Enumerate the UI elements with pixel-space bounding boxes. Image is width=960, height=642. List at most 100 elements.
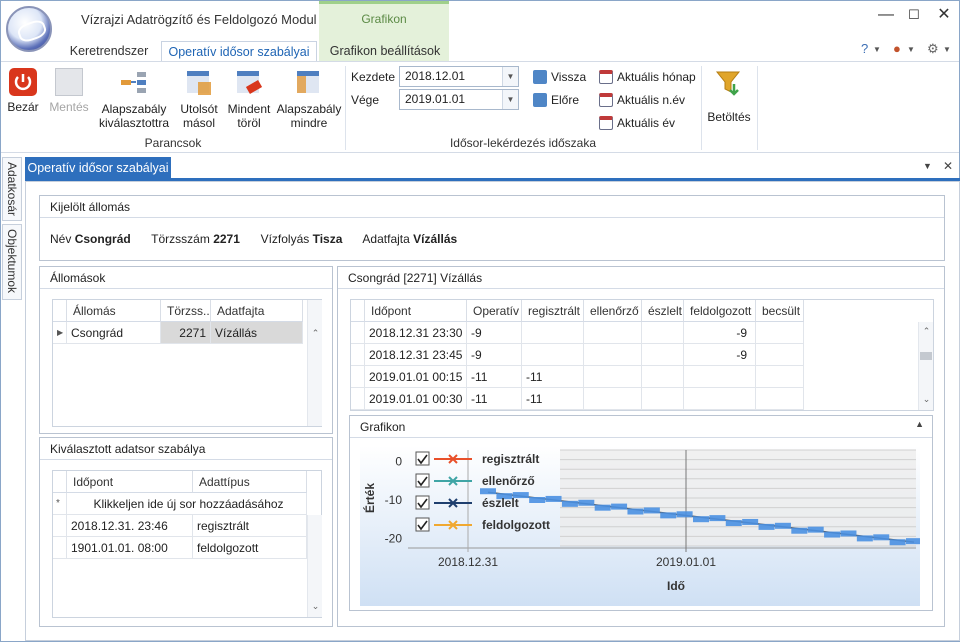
table-cell[interactable]: 2018.12.31 23:45: [365, 344, 467, 366]
new-row-prompt[interactable]: Klikkeljen ide új sor hozzáadásához: [67, 493, 307, 515]
column-header[interactable]: Operatív: [467, 300, 522, 322]
table-cell[interactable]: -9: [467, 344, 522, 366]
chevron-down-icon[interactable]: ▼: [943, 45, 951, 54]
table-cell[interactable]: [584, 322, 642, 344]
table-cell[interactable]: 2019.01.01 00:15: [365, 366, 467, 388]
scroll-up-icon[interactable]: ⌃: [308, 328, 323, 339]
table-cell[interactable]: -9: [684, 344, 756, 366]
table-cell[interactable]: [642, 366, 684, 388]
table-cell[interactable]: 2018.12.31. 23:46: [67, 515, 193, 537]
vertical-scrollbar[interactable]: ⌄: [307, 515, 322, 617]
table-cell[interactable]: [522, 344, 584, 366]
column-header[interactable]: regisztrált: [522, 300, 584, 322]
collapse-icon[interactable]: ▲: [915, 419, 924, 429]
table-cell[interactable]: [684, 366, 756, 388]
side-tab-adatkosar[interactable]: Adatkosár: [2, 157, 22, 221]
selected-station-header: Kijelölt állomás: [40, 196, 944, 218]
table-cell[interactable]: 2019.01.01 00:30: [365, 388, 467, 410]
table-cell[interactable]: 2018.12.31 23:30: [365, 322, 467, 344]
tab-grafikon-beallitasok[interactable]: Grafikon beállítások: [321, 41, 449, 62]
close-window-icon[interactable]: ✕: [929, 5, 959, 25]
table-cell[interactable]: [756, 388, 804, 410]
scroll-up-icon[interactable]: ⌃: [919, 326, 934, 337]
column-header[interactable]: Adatfajta: [211, 300, 303, 322]
minimize-icon[interactable]: —: [871, 5, 901, 25]
series-marker: [873, 534, 890, 541]
table-cell[interactable]: -11: [467, 366, 522, 388]
table-cell[interactable]: [756, 344, 804, 366]
gear-icon[interactable]: ⚙: [927, 41, 939, 57]
vertical-scrollbar[interactable]: ⌃ ⌄: [918, 322, 933, 410]
chevron-down-icon[interactable]: ▼: [873, 45, 881, 54]
current-year-button[interactable]: Aktuális év: [599, 115, 675, 131]
help-icon[interactable]: ?: [861, 41, 868, 56]
rule-select-button[interactable]: Alapszabály kiválasztottra: [97, 68, 171, 130]
chevron-down-icon[interactable]: ▼: [502, 90, 518, 109]
column-header[interactable]: Időpont: [365, 300, 467, 322]
table-cell[interactable]: -11: [467, 388, 522, 410]
column-header[interactable]: észlelt: [642, 300, 684, 322]
chevron-down-icon[interactable]: ▼: [502, 67, 518, 86]
row-indicator: [351, 388, 365, 410]
table-cell[interactable]: [642, 388, 684, 410]
vertical-scrollbar[interactable]: ⌃: [307, 300, 322, 426]
rule-all-label-2: mindre: [290, 116, 328, 130]
table-cell[interactable]: -9: [684, 322, 756, 344]
tab-keretrendszer[interactable]: Keretrendszer: [63, 41, 155, 62]
rule-all-button[interactable]: Alapszabály mindre: [275, 68, 343, 130]
close-tab-icon[interactable]: ✕: [943, 159, 953, 173]
table-cell[interactable]: [584, 388, 642, 410]
current-month-button[interactable]: Aktuális hónap: [599, 69, 696, 85]
side-tab-objektumok[interactable]: Objektumok: [2, 224, 22, 300]
delete-all-button[interactable]: Mindent töröl: [225, 68, 273, 130]
back-button[interactable]: Vissza: [533, 69, 586, 85]
table-cell[interactable]: feldolgozott: [193, 537, 307, 559]
start-date-input[interactable]: 2018.12.01 ▼: [399, 66, 519, 87]
document-tab[interactable]: Operatív idősor szabályai: [25, 157, 171, 179]
column-header[interactable]: becsült: [756, 300, 804, 322]
series-marker: [561, 500, 578, 507]
column-header[interactable]: Törzss...: [161, 300, 211, 322]
end-date-input[interactable]: 2019.01.01 ▼: [399, 89, 519, 110]
column-header[interactable]: Adattípus: [193, 471, 307, 493]
table-cell[interactable]: regisztrált: [193, 515, 307, 537]
table-cell[interactable]: Csongrád: [67, 322, 161, 344]
scroll-down-icon[interactable]: ⌄: [919, 394, 934, 405]
series-marker: [840, 530, 857, 537]
column-header[interactable]: feldolgozott: [684, 300, 756, 322]
column-header[interactable]: ellenőrző: [584, 300, 642, 322]
current-quarter-button[interactable]: Aktuális n.év: [599, 92, 685, 108]
table-cell[interactable]: -11: [522, 388, 584, 410]
table-cell[interactable]: [522, 322, 584, 344]
table-cell[interactable]: [584, 366, 642, 388]
scroll-down-icon[interactable]: ⌄: [308, 601, 323, 612]
column-header[interactable]: Időpont: [67, 471, 193, 493]
table-cell[interactable]: -9: [467, 322, 522, 344]
x-axis-label: Idő: [667, 579, 685, 593]
legend-label: feldolgozott: [482, 518, 550, 532]
table-cell[interactable]: [584, 344, 642, 366]
forward-button[interactable]: Előre: [533, 92, 579, 108]
table-cell[interactable]: [642, 322, 684, 344]
column-header[interactable]: Állomás: [67, 300, 161, 322]
table-cell[interactable]: [642, 344, 684, 366]
scroll-thumb[interactable]: [920, 352, 932, 360]
user-icon[interactable]: ●: [893, 41, 901, 56]
maximize-icon[interactable]: ☐: [899, 5, 929, 25]
chevron-down-icon[interactable]: ▼: [907, 45, 915, 54]
table-cell[interactable]: [756, 366, 804, 388]
load-button[interactable]: Betöltés: [705, 68, 753, 124]
table-cell[interactable]: [756, 322, 804, 344]
current-year-label: Aktuális év: [617, 116, 676, 130]
copy-last-button[interactable]: Utolsót másol: [177, 68, 221, 130]
table-cell[interactable]: -11: [522, 366, 584, 388]
tab-menu-chevron-icon[interactable]: ▼: [923, 161, 932, 171]
save-button[interactable]: Mentés: [47, 68, 91, 114]
close-button[interactable]: Bezár: [5, 68, 41, 114]
table-cell[interactable]: 1901.01.01. 08:00: [67, 537, 193, 559]
table-cell[interactable]: Vízállás: [211, 322, 303, 344]
table-cell[interactable]: [684, 388, 756, 410]
table-cell[interactable]: 2271: [161, 322, 211, 344]
rule-panel: Kiválasztott adatsor szabálya Időpont Ad…: [39, 437, 333, 627]
tab-operativ[interactable]: Operatív idősor szabályai: [161, 41, 317, 62]
